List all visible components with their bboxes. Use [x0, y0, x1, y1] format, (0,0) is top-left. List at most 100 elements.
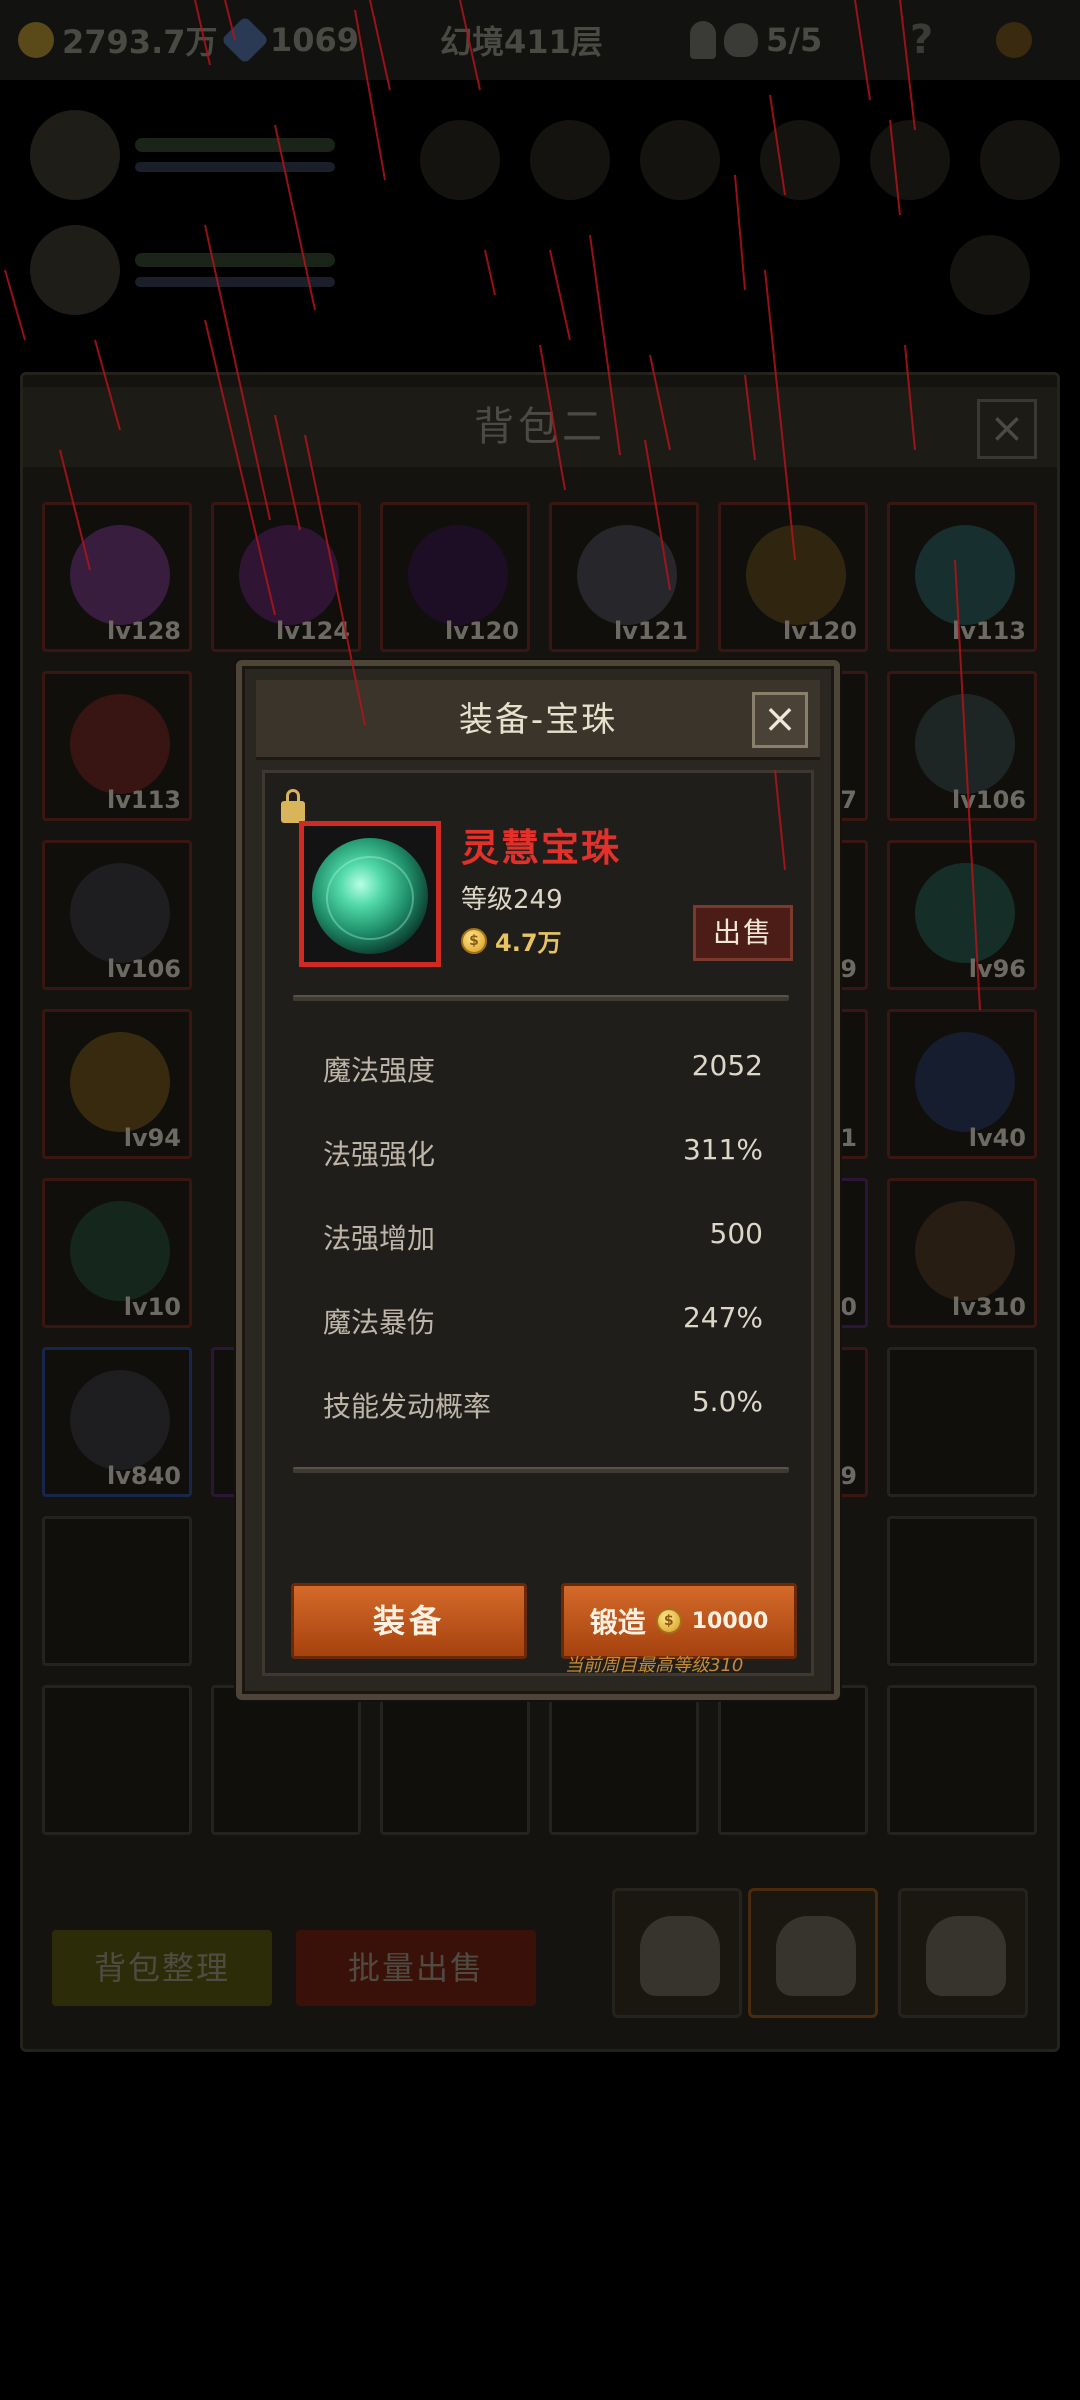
item-detail-modal: 装备-宝珠 × 灵慧宝珠 等级249 $ 4.7万 出售 魔法强度 2052 法… — [236, 660, 840, 1700]
backpack-close-button[interactable]: × — [977, 399, 1037, 459]
lock-icon[interactable] — [281, 789, 305, 823]
slot-level: lv310 — [952, 1293, 1026, 1321]
inventory-slot[interactable]: lv120 — [380, 502, 530, 652]
help-icon: ? — [910, 17, 934, 63]
bag-icon — [640, 1916, 720, 1996]
equip-button[interactable]: 装备 — [291, 1583, 527, 1659]
inventory-slot[interactable] — [211, 1685, 361, 1835]
item-level: 等级249 — [461, 885, 563, 915]
forge-button[interactable]: 锻造 $ 10000 — [561, 1583, 797, 1659]
dark-orb-icon — [408, 525, 508, 625]
bag-tab-2[interactable] — [748, 1888, 878, 2018]
slot-level: lv120 — [445, 617, 519, 645]
inventory-slot[interactable]: lv106 — [887, 671, 1037, 821]
armor-icon — [577, 525, 677, 625]
inventory-slot[interactable]: lv840 — [42, 1347, 192, 1497]
inventory-slot[interactable]: lv94 — [42, 1009, 192, 1159]
slot-level: 0 — [840, 1293, 857, 1321]
item-portrait — [299, 821, 441, 967]
inventory-slot[interactable] — [380, 1685, 530, 1835]
stat-value: 500 — [709, 1217, 763, 1250]
inventory-slot[interactable]: lv10 — [42, 1178, 192, 1328]
slot-level: lv840 — [107, 1462, 181, 1490]
helmet-icon — [70, 1370, 170, 1470]
inventory-slot[interactable] — [42, 1516, 192, 1666]
skull-helm-icon — [915, 1201, 1015, 1301]
inventory-slot[interactable] — [887, 1685, 1037, 1835]
stat-name: 法强强化 — [323, 1138, 436, 1171]
stat-row: 魔法强度 2052 — [323, 1049, 763, 1089]
inventory-slot[interactable]: lv121 — [549, 502, 699, 652]
coin-icon: $ — [461, 927, 487, 954]
slot-level: lv94 — [123, 1124, 181, 1152]
inventory-slot[interactable]: lv128 — [42, 502, 192, 652]
slot-level: 1 — [840, 1124, 857, 1152]
hero-row-2 — [20, 215, 1060, 325]
sell-button[interactable]: 出售 — [693, 905, 793, 961]
stat-value: 2052 — [691, 1049, 763, 1082]
modal-body: 灵慧宝珠 等级249 $ 4.7万 出售 魔法强度 2052 法强强化 311%… — [262, 770, 814, 1676]
key-counter: 5/5 — [690, 18, 822, 62]
slot-level: lv106 — [952, 786, 1026, 814]
settings-button[interactable] — [996, 18, 1032, 62]
inventory-slot[interactable]: lv124 — [211, 502, 361, 652]
inventory-slot[interactable] — [42, 1685, 192, 1835]
inventory-slot[interactable]: lv113 — [42, 671, 192, 821]
inventory-slot[interactable] — [549, 1685, 699, 1835]
inventory-slot[interactable]: lv113 — [887, 502, 1037, 652]
inventory-slot[interactable] — [887, 1347, 1037, 1497]
slot-level: 7 — [840, 786, 857, 814]
stage-label: 幻境411层 — [440, 18, 603, 62]
inventory-slot[interactable]: lv310 — [887, 1178, 1037, 1328]
stat-row: 技能发动概率 5.0% — [323, 1385, 763, 1425]
hero-row-1 — [20, 100, 1060, 210]
help-button[interactable]: ? — [910, 17, 934, 63]
equip-slot — [980, 120, 1060, 200]
hero-mp-bar — [135, 162, 335, 172]
divider — [293, 995, 789, 1001]
item-price: $ 4.7万 — [461, 923, 562, 958]
sort-backpack-button[interactable]: 背包整理 — [52, 1930, 272, 2006]
slot-level: lv10 — [123, 1293, 181, 1321]
stage-text: 幻境411层 — [440, 23, 603, 61]
slot-level: lv40 — [968, 1124, 1026, 1152]
inventory-slot[interactable]: lv120 — [718, 502, 868, 652]
orb-icon — [312, 838, 428, 954]
inventory-slot[interactable]: lv40 — [887, 1009, 1037, 1159]
stat-value: 247% — [682, 1301, 763, 1334]
equip-slot — [760, 120, 840, 200]
bag-icon — [776, 1916, 856, 1996]
bag-tab-3[interactable] — [898, 1888, 1028, 2018]
hook-icon — [746, 525, 846, 625]
inventory-slot[interactable] — [887, 1516, 1037, 1666]
gem-icon — [220, 15, 270, 65]
coin-icon: $ — [655, 1608, 682, 1634]
slot-level: lv121 — [614, 617, 688, 645]
slot-level: lv96 — [968, 955, 1026, 983]
axe-icon — [915, 694, 1015, 794]
modal-close-button[interactable]: × — [752, 692, 808, 748]
batch-sell-button[interactable]: 批量出售 — [296, 1930, 536, 2006]
inventory-slot[interactable]: lv96 — [887, 840, 1037, 990]
bag-tab-1[interactable] — [612, 1888, 742, 2018]
stat-row: 魔法暴伤 247% — [323, 1301, 763, 1341]
stat-row: 法强强化 311% — [323, 1133, 763, 1173]
skull-icon — [724, 23, 758, 57]
inventory-slot[interactable]: lv106 — [42, 840, 192, 990]
stat-name: 法强增加 — [323, 1222, 436, 1255]
price-value: 4.7万 — [495, 929, 562, 957]
hero-hp-bar — [135, 253, 335, 267]
key-icon — [690, 21, 716, 59]
gem-amount: 1069 — [270, 21, 360, 59]
inventory-slot[interactable] — [718, 1685, 868, 1835]
gold-amount: 2793.7万 — [62, 23, 218, 61]
item-name: 灵慧宝珠 — [461, 826, 622, 870]
egg-icon — [70, 1032, 170, 1132]
stat-value: 311% — [682, 1133, 763, 1166]
spear-icon — [915, 525, 1015, 625]
slot-level: lv113 — [107, 786, 181, 814]
bag-icon — [926, 1916, 1006, 1996]
modal-title: 装备-宝珠 — [458, 700, 618, 740]
stat-name: 魔法暴伤 — [323, 1306, 436, 1339]
equip-slot — [530, 120, 610, 200]
